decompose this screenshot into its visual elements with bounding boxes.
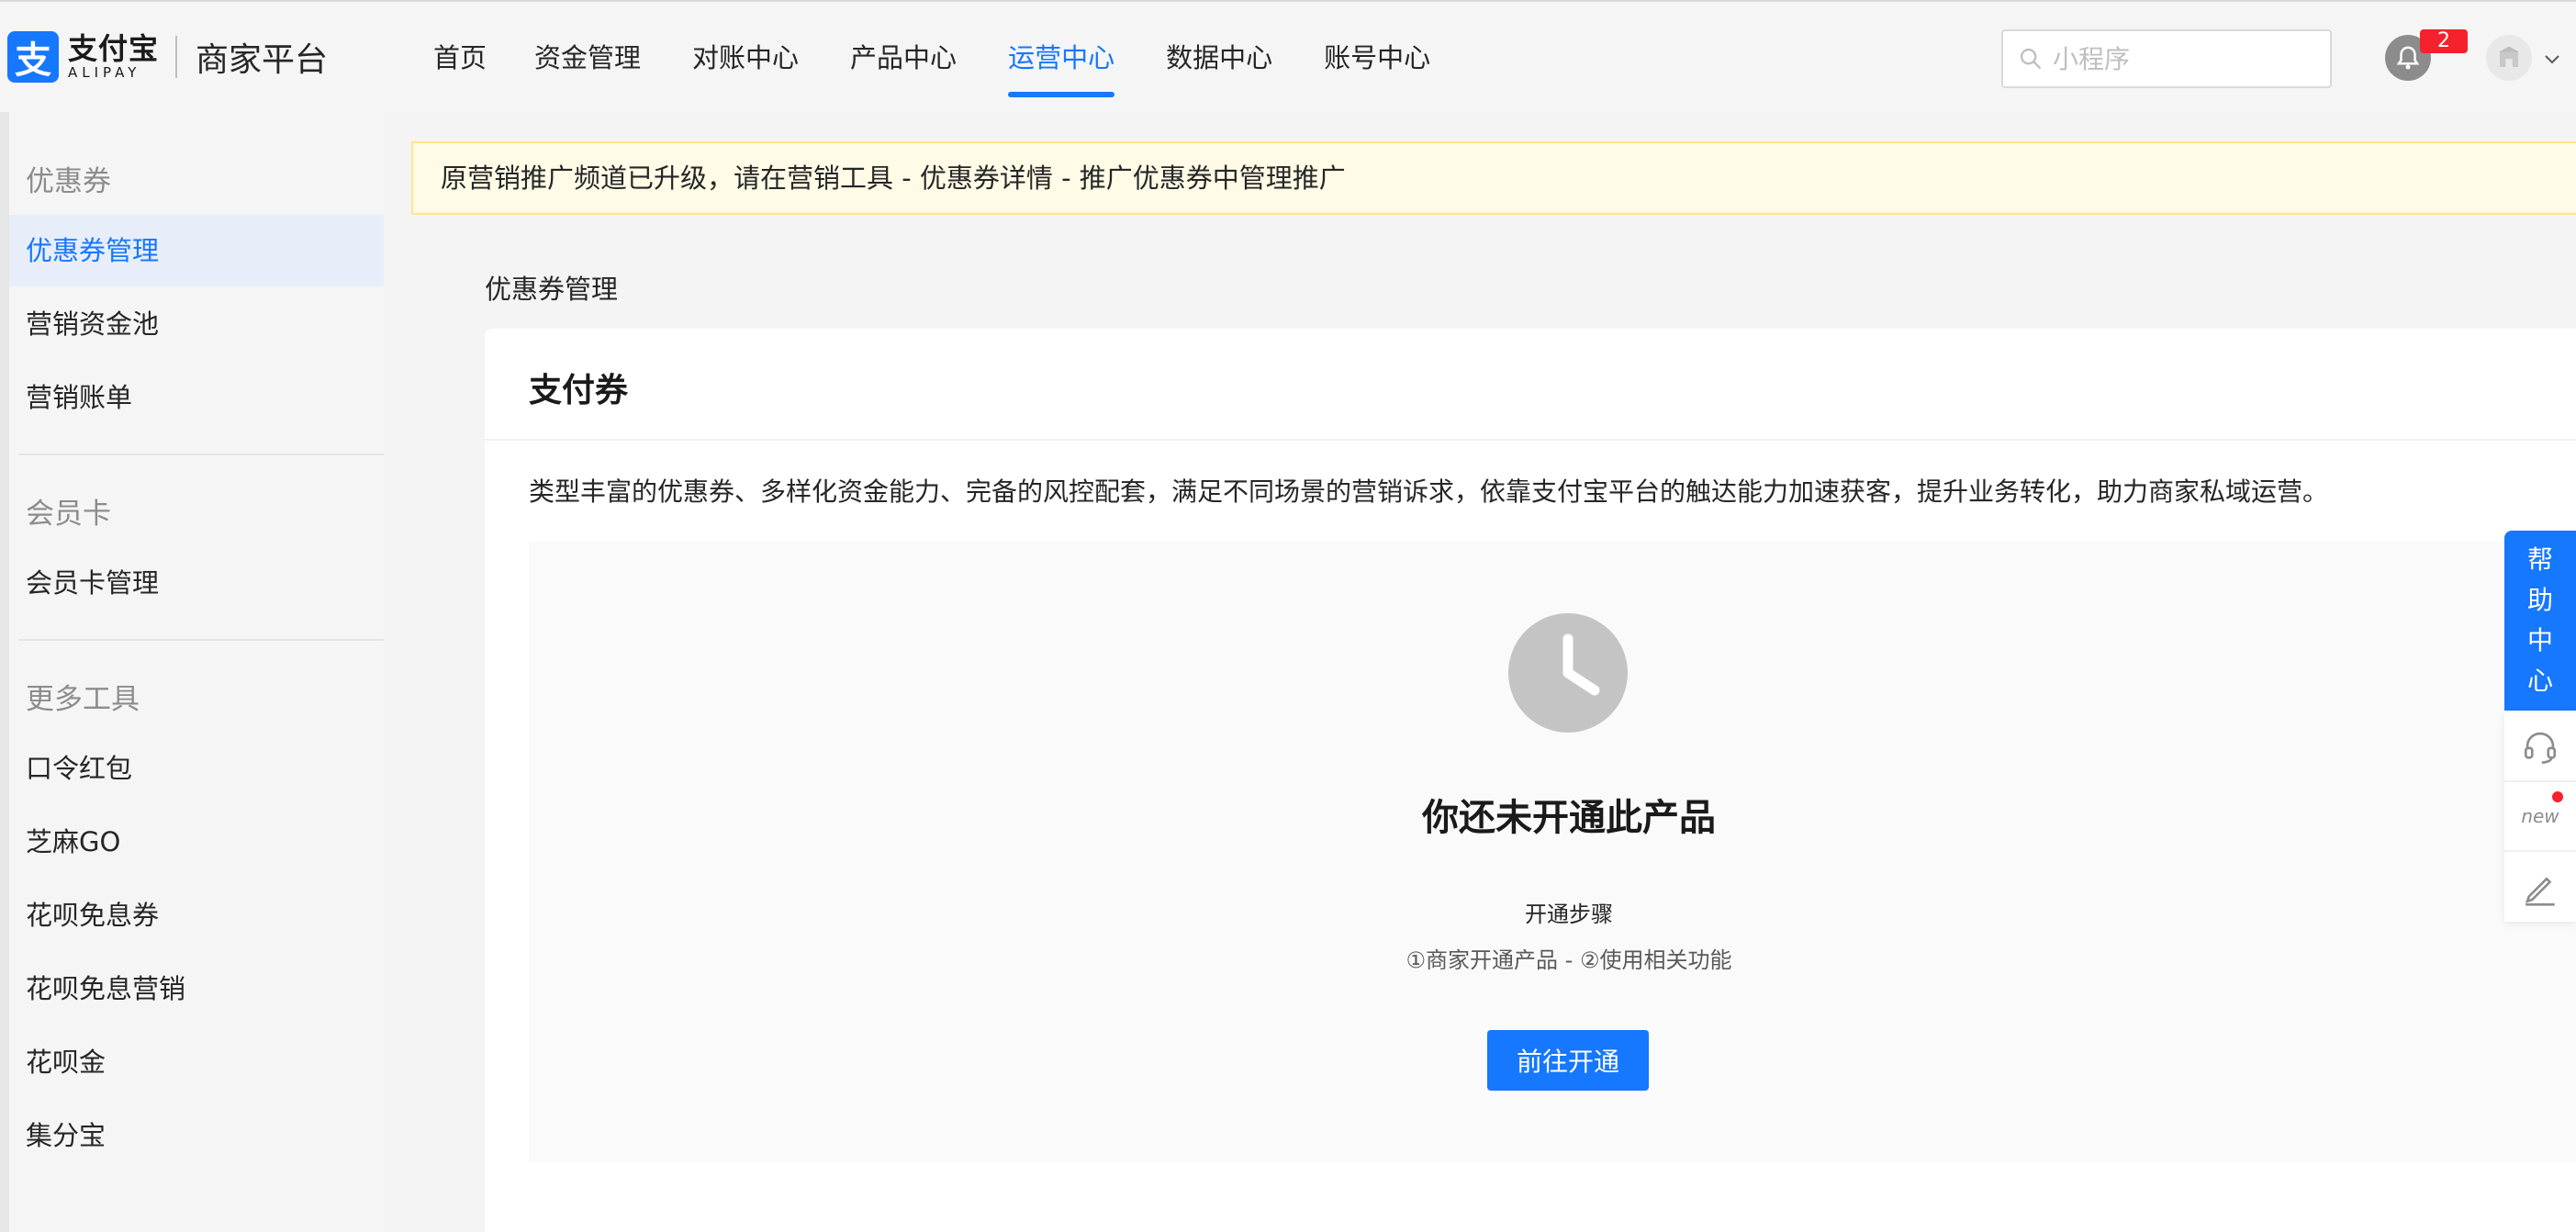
notification-badge: 2 — [2420, 29, 2468, 53]
customer-service-button[interactable] — [2504, 712, 2576, 782]
alipay-logo[interactable]: 支 支付宝 ALIPAY 商家平台 — [7, 31, 328, 83]
sidebar-item-huabei-gold[interactable]: 花呗金 — [9, 1026, 384, 1098]
alipay-logo-icon: 支 — [7, 31, 59, 83]
sidebar-item-password-red-packet[interactable]: 口令红包 — [9, 733, 384, 804]
float-toolbar: new — [2504, 712, 2576, 922]
store-icon — [2498, 46, 2520, 67]
steps-title: 开通步骤 — [1525, 902, 1613, 927]
sidebar-item-marketing-fund-pool[interactable]: 营销资金池 — [9, 288, 384, 360]
upgrade-notice: 原营销推广频道已升级，请在营销工具 - 优惠券详情 - 推广优惠券中管理推广 — [411, 141, 2576, 215]
headset-icon — [2524, 732, 2557, 764]
sidebar-group-more-tools: 更多工具 — [26, 683, 140, 716]
sidebar-item-jifenbao[interactable]: 集分宝 — [9, 1100, 384, 1171]
sidebar-item-member-card-management[interactable]: 会员卡管理 — [9, 547, 384, 619]
nav-funds[interactable]: 资金管理 — [534, 2, 641, 114]
card-title: 支付券 — [529, 372, 629, 409]
card-description: 类型丰富的优惠券、多样化资金能力、完备的风控配套，满足不同场景的营销诉求，依靠支… — [529, 476, 2329, 507]
sidebar-item-marketing-bill[interactable]: 营销账单 — [9, 362, 384, 433]
bell-icon — [2396, 46, 2420, 70]
sidebar-item-huabei-marketing[interactable]: 花呗免息营销 — [9, 953, 384, 1025]
steps-description: ①商家开通产品 - ②使用相关功能 — [1406, 947, 1732, 973]
sidebar-item-coupon-management[interactable]: 优惠券管理 — [9, 215, 384, 286]
card-divider — [485, 439, 2576, 441]
platform-name: 商家平台 — [196, 41, 329, 79]
help-char: 帮 — [2526, 544, 2553, 575]
logo-text: 支付宝 ALIPAY — [68, 33, 159, 81]
help-char: 心 — [2526, 666, 2553, 696]
top-header: 支 支付宝 ALIPAY 商家平台 首页 资金管理 对账中心 产品中心 运营中心… — [0, 0, 2576, 112]
help-char: 助 — [2526, 585, 2553, 615]
sidebar-divider — [18, 454, 384, 455]
search-input[interactable] — [2053, 43, 2319, 74]
logo-divider — [175, 36, 178, 78]
nav-products[interactable]: 产品中心 — [850, 2, 957, 114]
search-icon — [2020, 48, 2042, 70]
logo-en: ALIPAY — [68, 64, 141, 81]
product-card: 支付券 类型丰富的优惠券、多样化资金能力、完备的风控配套，满足不同场景的营销诉求… — [485, 329, 2576, 1232]
help-char: 中 — [2526, 625, 2553, 655]
open-product-button[interactable]: 前往开通 — [1487, 1030, 1649, 1091]
new-dot — [2552, 791, 2563, 802]
sidebar-item-zhima-go[interactable]: 芝麻GO — [9, 806, 384, 878]
new-icon: new — [2521, 805, 2559, 827]
chevron-down-icon[interactable] — [2541, 48, 2563, 70]
breadcrumb: 优惠券管理 — [485, 274, 619, 305]
empty-state-title: 你还未开通此产品 — [1422, 797, 1716, 839]
sidebar-divider — [18, 639, 384, 641]
nav-reconciliation[interactable]: 对账中心 — [692, 2, 799, 114]
nav-data[interactable]: 数据中心 — [1166, 2, 1272, 114]
feedback-button[interactable] — [2504, 852, 2576, 922]
nav-operations[interactable]: 运营中心 — [1008, 2, 1115, 114]
help-center-button[interactable]: 帮 助 中 心 — [2504, 531, 2576, 711]
nav-account[interactable]: 账号中心 — [1324, 2, 1430, 114]
logo-cn: 支付宝 — [68, 31, 160, 66]
avatar[interactable] — [2486, 35, 2532, 81]
main-nav: 首页 资金管理 对账中心 产品中心 运营中心 数据中心 账号中心 — [433, 2, 1430, 114]
clock-icon — [1508, 613, 1628, 733]
nav-home[interactable]: 首页 — [433, 2, 487, 114]
search-box[interactable] — [2001, 29, 2332, 88]
empty-state-panel: 你还未开通此产品 开通步骤 ①商家开通产品 - ②使用相关功能 前往开通 — [529, 542, 2576, 1162]
sidebar-group-member-card: 会员卡 — [26, 498, 111, 531]
sidebar-item-huabei-coupon[interactable]: 花呗免息券 — [9, 879, 384, 951]
whats-new-button[interactable]: new — [2504, 782, 2576, 852]
pen-icon — [2525, 877, 2555, 906]
sidebar: 优惠券 优惠券管理 营销资金池 营销账单 会员卡 会员卡管理 更多工具 口令红包… — [0, 112, 387, 1232]
sidebar-group-coupon: 优惠券 — [26, 165, 111, 198]
